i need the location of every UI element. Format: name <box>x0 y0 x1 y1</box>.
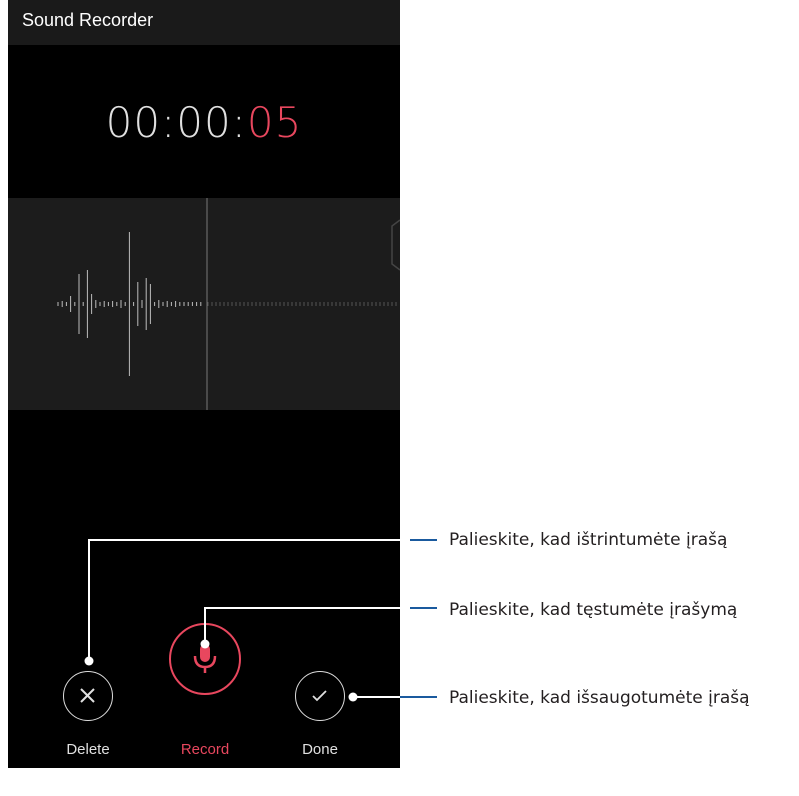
delete-callout-text: Palieskite, kad ištrintumėte įrašą <box>449 530 728 550</box>
done-callout-text: Palieskite, kad išsaugotumėte įrašą <box>449 688 750 708</box>
delete-callout-line <box>84 539 437 666</box>
callout-lines <box>84 539 437 702</box>
record-callout-line <box>200 607 437 649</box>
done-callout-line <box>348 692 437 702</box>
record-callout-text: Palieskite, kad tęstumėte įrašymą <box>449 600 738 620</box>
